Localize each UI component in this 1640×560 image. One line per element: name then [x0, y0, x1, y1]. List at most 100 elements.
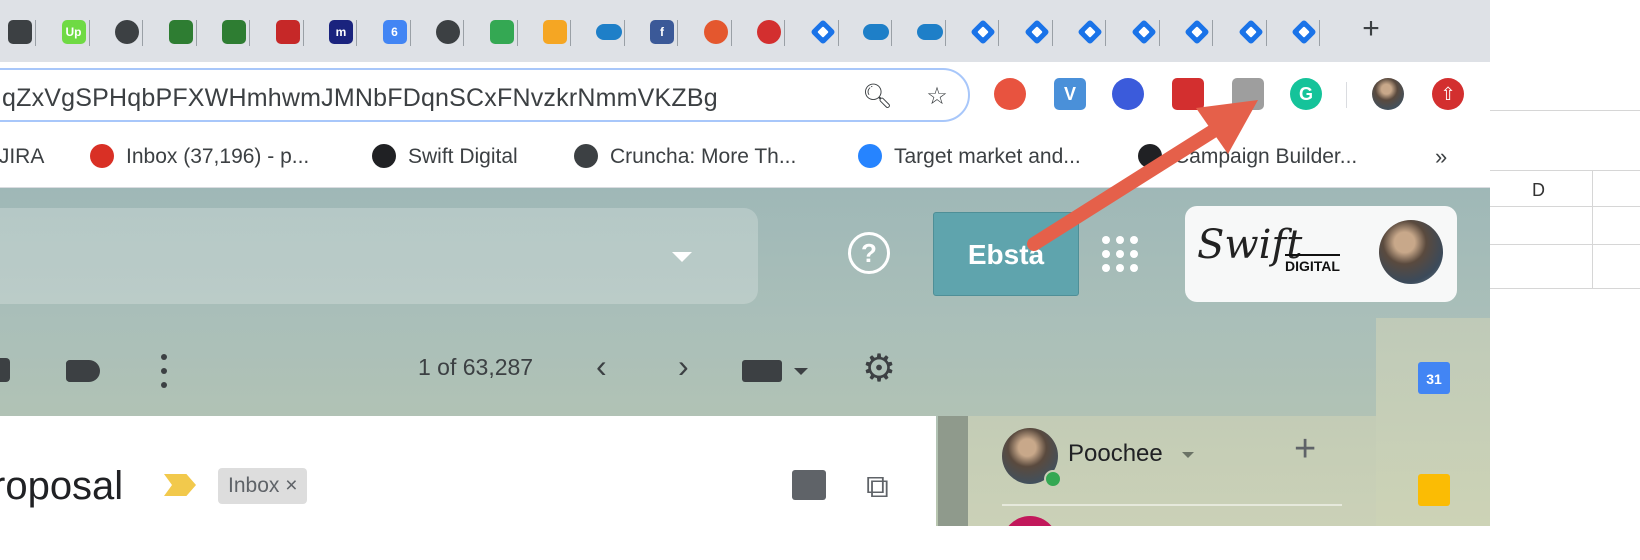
new-tab-button[interactable]: +: [1354, 12, 1388, 46]
account-brand-card[interactable]: Swift DIGITAL: [1185, 206, 1457, 302]
tab-separator: [1319, 20, 1320, 46]
bookmark-label: Campaign Builder...: [1174, 145, 1358, 168]
browser-window: Up m 6 f + qZxVgSPHqbPFXWHmhwmJMNbFDqnSCxFN…: [0, 0, 1490, 188]
browser-tab[interactable]: [268, 12, 304, 52]
browser-tab[interactable]: [161, 12, 197, 52]
bookmark-item[interactable]: Target market and...: [858, 142, 1081, 172]
label-icon[interactable]: [66, 360, 100, 382]
browser-tab[interactable]: [535, 12, 571, 52]
bookmark-label: Target market and...: [894, 145, 1081, 168]
calendar-extension-icon[interactable]: [1172, 78, 1204, 110]
browser-tab[interactable]: [0, 12, 36, 52]
browser-tab[interactable]: f: [642, 12, 678, 52]
tab-separator: [142, 20, 143, 46]
contact-name[interactable]: Poochee: [1068, 440, 1163, 468]
more-options-icon[interactable]: [160, 354, 168, 388]
browser-tab[interactable]: [1070, 12, 1106, 52]
tab-separator: [35, 20, 36, 46]
paper-plane-icon: [372, 144, 396, 168]
important-marker-icon[interactable]: [164, 474, 196, 496]
message-subject: roposal: [0, 464, 124, 508]
globe-icon: [115, 20, 139, 44]
gmail-icon: [90, 144, 114, 168]
briefcase-icon: [275, 20, 300, 44]
help-icon[interactable]: ?: [848, 232, 890, 274]
tab-separator: [249, 20, 250, 46]
window-bottom-edge: [0, 526, 1640, 560]
inbox-label-chip[interactable]: Inbox ×: [218, 468, 308, 504]
browser-tab[interactable]: m: [321, 12, 357, 52]
bookmark-item[interactable]: Campaign Builder...: [1138, 142, 1357, 172]
browser-tab[interactable]: [1284, 12, 1320, 52]
tab-separator: [463, 20, 464, 46]
zoom-icon[interactable]: 🔍︎: [862, 82, 892, 112]
next-message-button[interactable]: ›: [678, 348, 689, 385]
apps-grid-icon[interactable]: [1102, 236, 1138, 272]
browser-tab[interactable]: [803, 12, 839, 52]
browser-tab[interactable]: 6: [375, 12, 411, 52]
bookmark-item[interactable]: Swift Digital: [372, 142, 518, 172]
previous-message-button[interactable]: ‹: [596, 348, 607, 385]
tab-separator: [837, 20, 839, 46]
input-tools-caret-icon[interactable]: [794, 368, 808, 375]
browser-tab[interactable]: [482, 12, 518, 52]
browser-tab[interactable]: [963, 12, 999, 52]
account-avatar[interactable]: [1379, 220, 1443, 284]
keep-app-icon[interactable]: [1418, 474, 1450, 506]
rocket-extension-icon[interactable]: [1112, 78, 1144, 110]
tab-separator: [1051, 20, 1053, 46]
profile-avatar-icon[interactable]: [1372, 78, 1404, 110]
browser-tab[interactable]: [856, 12, 892, 52]
move-to-icon[interactable]: [0, 358, 10, 382]
tab-separator: [730, 20, 732, 46]
home-icon: [757, 20, 781, 44]
mail-search-box[interactable]: [0, 208, 758, 304]
open-in-new-window-icon[interactable]: ⧉: [866, 468, 889, 506]
print-icon[interactable]: [792, 470, 826, 500]
tab-separator: [623, 20, 625, 46]
browser-tab[interactable]: [1124, 12, 1160, 52]
sheet-gridline: [1490, 110, 1640, 111]
ebsta-button[interactable]: Ebsta: [933, 212, 1079, 296]
address-bar[interactable]: qZxVgSPHqbPFXWHmhwmJMNbFDqnSCxFNvzkrNmmV…: [0, 68, 970, 122]
browser-tab[interactable]: [107, 12, 143, 52]
bookmarks-overflow-button[interactable]: »: [1435, 144, 1447, 170]
browser-tab[interactable]: [214, 12, 250, 52]
bookmark-item[interactable]: - JIRA: [0, 142, 44, 172]
tab-separator: [1265, 20, 1267, 46]
star-icon[interactable]: ☆: [922, 82, 952, 112]
tab-separator: [891, 20, 892, 46]
new-chat-button[interactable]: +: [1294, 428, 1316, 471]
keyboard-icon[interactable]: [742, 360, 782, 382]
pane-divider[interactable]: [938, 416, 968, 526]
tab-separator: [409, 20, 411, 46]
settings-gear-icon[interactable]: ⚙: [862, 350, 896, 388]
browser-tab[interactable]: [589, 12, 625, 52]
tab-separator: [944, 20, 946, 46]
tab-separator: [1105, 20, 1106, 46]
calendar-app-icon[interactable]: 31: [1418, 362, 1450, 394]
bookmark-item[interactable]: Inbox (37,196) - p...: [90, 142, 309, 172]
browser-tab[interactable]: [1177, 12, 1213, 52]
browser-tab[interactable]: [428, 12, 464, 52]
page-extension-icon[interactable]: [1232, 78, 1264, 110]
update-icon[interactable]: ⇧: [1432, 78, 1464, 110]
browser-tab[interactable]: [1231, 12, 1267, 52]
browser-tab[interactable]: [696, 12, 732, 52]
bookmark-label: Cruncha: More Th...: [610, 145, 797, 168]
ebsta-extension-icon[interactable]: [994, 78, 1026, 110]
sheet-column-header[interactable]: D: [1532, 180, 1545, 201]
browser-tab[interactable]: [1017, 12, 1053, 52]
online-status-indicator: [1044, 470, 1062, 488]
browser-tab[interactable]: [910, 12, 946, 52]
bookmark-item[interactable]: Cruncha: More Th...: [574, 142, 796, 172]
url-text[interactable]: qZxVgSPHqbPFXWHmhwmJMNbFDqnSCxFNvzkrNmmV…: [2, 84, 718, 113]
browser-tab[interactable]: [749, 12, 785, 52]
background-spreadsheet-window: [1490, 0, 1640, 560]
v-extension-icon[interactable]: V: [1054, 78, 1086, 110]
grammarly-extension-icon[interactable]: G: [1290, 78, 1322, 110]
browser-tab[interactable]: Up: [54, 12, 90, 52]
contact-avatar[interactable]: [1002, 516, 1058, 526]
contact-status-caret-icon[interactable]: [1182, 452, 1194, 458]
search-options-caret-icon[interactable]: [672, 252, 692, 262]
